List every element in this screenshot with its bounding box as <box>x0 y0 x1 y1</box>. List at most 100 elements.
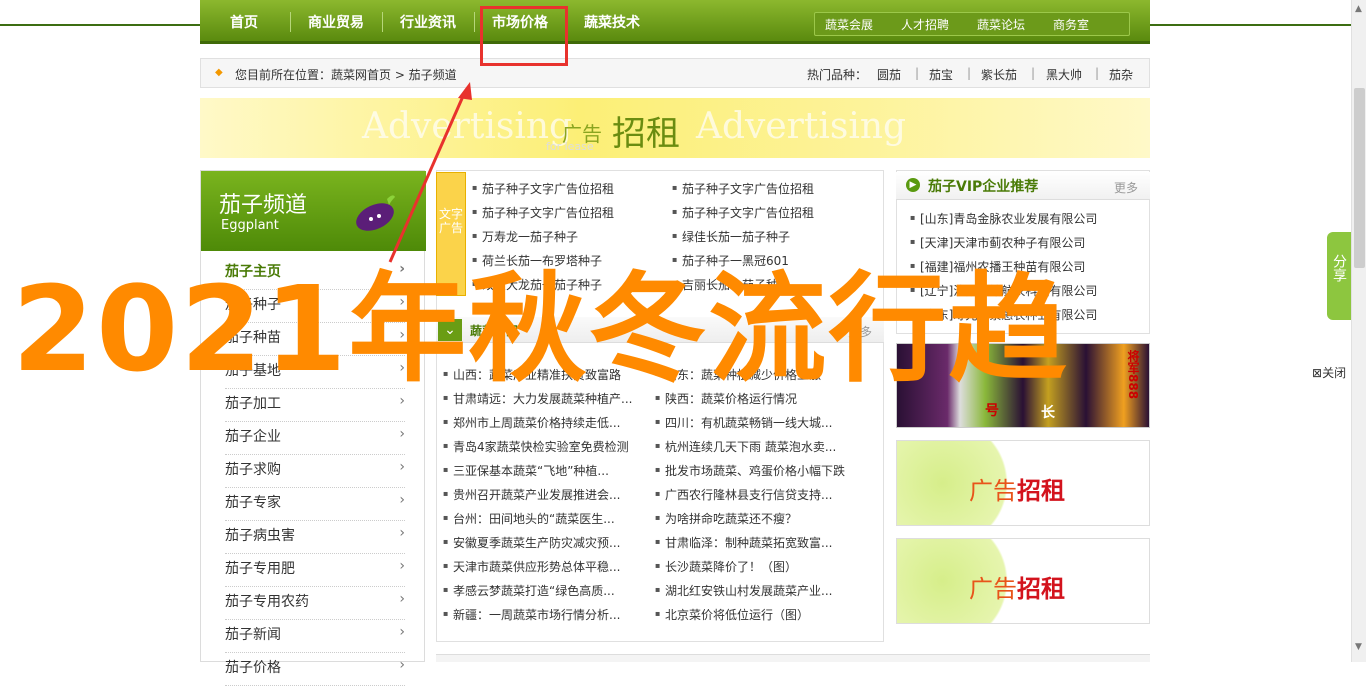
scroll-up-icon[interactable]: ▲ <box>1355 4 1362 14</box>
chevron-right-icon: › <box>399 591 405 607</box>
text-ad-link[interactable]: 茄子种子文字广告位招租 <box>476 180 614 197</box>
sidebar-item[interactable]: 茄子价格 › <box>225 653 405 686</box>
vip-more-link[interactable]: 更多 <box>1114 179 1138 196</box>
share-button[interactable]: 分享 <box>1327 232 1351 320</box>
hot-item[interactable]: 黑大帅 <box>1046 66 1082 83</box>
bullet-icon: ▪ <box>443 465 449 474</box>
chevron-right-icon: › <box>399 558 405 574</box>
hot-item[interactable]: 圆茄 <box>877 66 901 83</box>
eggplant-icon <box>356 195 395 231</box>
chevron-right-icon: › <box>399 492 405 508</box>
top-divider-left <box>0 24 200 26</box>
news-link[interactable]: 四川：有机蔬菜畅销一线大城... <box>665 414 832 431</box>
nav-separator <box>474 12 475 32</box>
subnav-expo[interactable]: 蔬菜会展 <box>825 16 873 33</box>
scroll-thumb[interactable] <box>1354 88 1365 268</box>
news-link[interactable]: 杭州连续几天下雨 蔬菜泡水卖... <box>665 438 836 455</box>
text-ad-link[interactable]: 茄子种子文字广告位招租 <box>676 204 814 221</box>
news-link[interactable]: 长沙蔬菜降价了！（图） <box>665 558 797 575</box>
hot-item[interactable]: 紫长茄 <box>981 66 1017 83</box>
bullet-icon: ▪ <box>443 537 449 546</box>
banner-big-text: 招租 <box>612 114 680 154</box>
bullet-icon: ▪ <box>443 489 449 498</box>
sidebar-item[interactable]: 茄子专用肥 › <box>225 554 405 587</box>
scroll-down-icon[interactable]: ▼ <box>1355 642 1362 652</box>
sidebar-item[interactable]: 茄子专家 › <box>225 488 405 521</box>
sidebar-item-label: 茄子求购 <box>225 462 281 478</box>
bullet-icon: ▪ <box>443 441 449 450</box>
sidebar-item[interactable]: 茄子病虫害 › <box>225 521 405 554</box>
close-icon: ⊠ <box>1312 366 1323 380</box>
sidebar-item-label: 茄子专用肥 <box>225 561 295 577</box>
bullet-icon: ▪ <box>655 585 661 594</box>
sidebar-title: 茄子频道 <box>219 193 308 218</box>
sidebar-item-label: 茄子企业 <box>225 429 281 445</box>
news-link[interactable]: 为啥拼命吃蔬菜还不瘦？ <box>665 510 797 527</box>
hot-item[interactable]: 茄杂 <box>1109 66 1133 83</box>
nav-tech[interactable]: 蔬菜技术 <box>584 12 640 32</box>
bullet-icon: ▪ <box>655 417 661 426</box>
sidebar-item[interactable]: 茄子新闻 › <box>225 620 405 653</box>
text-ad-link[interactable]: 绿佳长茄一茄子种子 <box>676 228 790 245</box>
news-link[interactable]: 北京菜价将低位运行（图） <box>665 606 809 623</box>
breadcrumb-bar: ◆ 您目前所在位置：蔬菜网首页 > 茄子频道 热门品种： 圆茄 | 茄宝 | 紫… <box>200 58 1150 88</box>
nav-separator <box>382 12 383 32</box>
news-link[interactable]: 天津市蔬菜供应形势总体平稳... <box>453 558 620 575</box>
news-link[interactable]: 贵州召开蔬菜产业发展推进会... <box>453 486 620 503</box>
hot-separator: | <box>1095 66 1100 80</box>
breadcrumb[interactable]: 您目前所在位置：蔬菜网首页 > 茄子频道 <box>235 66 457 83</box>
ad-image-text: 长 <box>1041 405 1055 421</box>
news-link[interactable]: 孝感云梦蔬菜打造“绿色高质... <box>453 582 615 599</box>
bullet-icon: ▪ <box>655 465 661 474</box>
news-link[interactable]: 青岛4家蔬菜快检实验室免费检测 <box>453 438 629 455</box>
text-ad-link[interactable]: 茄子种子文字广告位招租 <box>676 180 814 197</box>
news-link[interactable]: 甘肃临泽：制种蔬菜拓宽致富... <box>665 534 832 551</box>
news-link[interactable]: 郑州市上周蔬菜价格持续走低... <box>453 414 620 431</box>
bullet-icon: ▪ <box>655 561 661 570</box>
lease-ad-2[interactable]: 广告招租 <box>896 538 1150 624</box>
news-link[interactable]: 批发市场蔬菜、鸡蛋价格小幅下跌 <box>665 462 845 479</box>
subnav-business[interactable]: 商务室 <box>1053 16 1089 33</box>
news-link[interactable]: 广西农行隆林县支行信贷支持... <box>665 486 832 503</box>
subnav-jobs[interactable]: 人才招聘 <box>901 16 949 33</box>
hot-separator: | <box>1031 66 1036 80</box>
sidebar-item-label: 茄子病虫害 <box>225 528 295 544</box>
ad-banner[interactable]: Advertising Advertising 广告 招租 for lease <box>200 98 1150 158</box>
bullet-icon: ▪ <box>443 417 449 426</box>
sidebar-item-label: 茄子专家 <box>225 495 281 511</box>
sub-nav: 蔬菜会展 人才招聘 蔬菜论坛 商务室 <box>814 12 1130 36</box>
bullet-icon: ▪ <box>655 489 661 498</box>
highlight-box <box>480 6 568 66</box>
news-link[interactable]: 新疆：一周蔬菜市场行情分析... <box>453 606 620 623</box>
bullet-icon: ▪ <box>443 561 449 570</box>
news-link[interactable]: 三亚保基本蔬菜“飞地”种植... <box>453 462 609 479</box>
hot-item[interactable]: 茄宝 <box>929 66 953 83</box>
news-link[interactable]: 湖北红安铁山村发展蔬菜产业... <box>665 582 832 599</box>
news-link[interactable]: 台州：田间地头的“蔬菜医生... <box>453 510 615 527</box>
chevron-right-icon: › <box>399 657 405 673</box>
sidebar-item[interactable]: 茄子专用农药 › <box>225 587 405 620</box>
lease-ad-1[interactable]: 广告招租 <box>896 440 1150 526</box>
nav-home[interactable]: 首页 <box>230 12 258 32</box>
vip-company-link[interactable]: [山东]青岛金脉农业发展有限公司 <box>920 210 1097 227</box>
bullet-icon: ▪ <box>655 609 661 618</box>
sidebar-item[interactable]: 茄子企业 › <box>225 422 405 455</box>
close-button[interactable]: ⊠关闭 <box>1312 364 1346 381</box>
sidebar-item[interactable]: 茄子求购 › <box>225 455 405 488</box>
nav-separator <box>290 12 291 32</box>
subnav-forum[interactable]: 蔬菜论坛 <box>977 16 1025 33</box>
vip-company-link[interactable]: [天津]天津市蓟农种子有限公司 <box>920 234 1085 251</box>
text-ad-link[interactable]: 茄子种子文字广告位招租 <box>476 204 614 221</box>
nav-trade[interactable]: 商业贸易 <box>308 12 364 32</box>
ad-image-text: 号 <box>985 403 999 419</box>
text-ad-link[interactable]: 万寿龙一茄子种子 <box>476 228 578 245</box>
arrow-right-icon: ▶ <box>906 178 920 192</box>
nav-news[interactable]: 行业资讯 <box>400 12 456 32</box>
chevron-right-icon: › <box>399 426 405 442</box>
sidebar-item-label: 茄子新闻 <box>225 627 281 643</box>
channel-sidebar: 茄子频道 Eggplant 茄子主页 › 茄子种子 › 茄子种苗 › 茄子基地 › 茄子加工 › 茄… <box>200 170 426 686</box>
chevron-right-icon: › <box>399 525 405 541</box>
page-scrollbar[interactable]: ▲ ▼ <box>1351 0 1366 662</box>
vip-header: ▶ 茄子VIP企业推荐 更多 <box>896 172 1150 200</box>
news-link[interactable]: 安徽夏季蔬菜生产防灾减灾预... <box>453 534 620 551</box>
